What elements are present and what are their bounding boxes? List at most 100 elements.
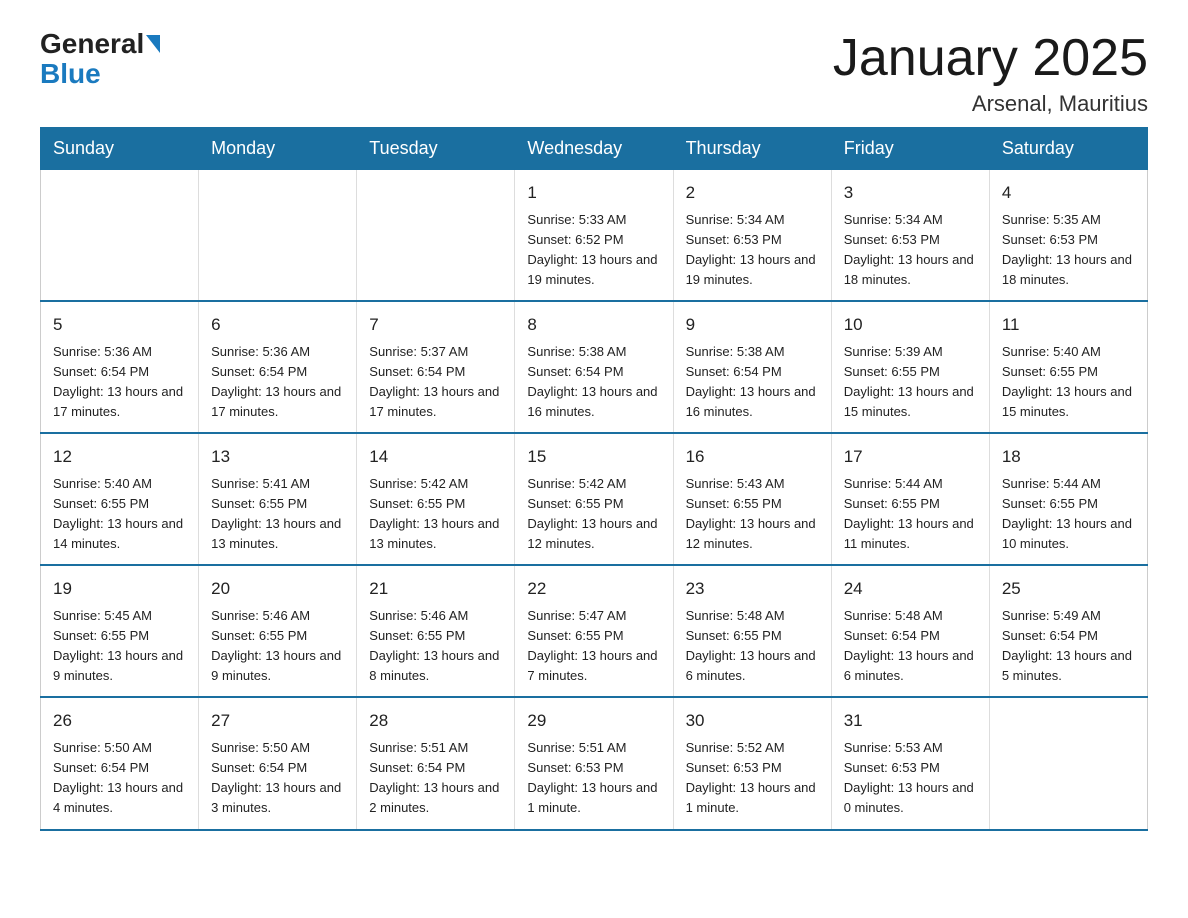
- calendar-cell: [41, 170, 199, 302]
- day-info: Sunrise: 5:51 AMSunset: 6:53 PMDaylight:…: [527, 738, 660, 819]
- calendar: Sunday Monday Tuesday Wednesday Thursday…: [40, 127, 1148, 830]
- calendar-cell: 3Sunrise: 5:34 AMSunset: 6:53 PMDaylight…: [831, 170, 989, 302]
- calendar-cell: 19Sunrise: 5:45 AMSunset: 6:55 PMDayligh…: [41, 565, 199, 697]
- calendar-cell: 12 Sunrise: 5:40 AMSunset: 6:55 PMDayligh…: [41, 433, 199, 565]
- calendar-cell: [357, 170, 515, 302]
- header-sunday: Sunday: [41, 128, 199, 170]
- day-number: 30: [686, 708, 819, 734]
- calendar-cell: 26 Sunrise: 5:50 AMSunset: 6:54 PMDayligh…: [41, 697, 199, 829]
- calendar-cell: 17 Sunrise: 5:44 AMSunset: 6:55 PMDayligh…: [831, 433, 989, 565]
- header-thursday: Thursday: [673, 128, 831, 170]
- calendar-cell: [989, 697, 1147, 829]
- day-info: Sunrise: 5:40 AMSunset: 6:55 PMDaylight:…: [1002, 342, 1135, 423]
- calendar-cell: 30 Sunrise: 5:52 AMSunset: 6:53 PMDayligh…: [673, 697, 831, 829]
- calendar-cell: 9 Sunrise: 5:38 AMSunset: 6:54 PMDaylight…: [673, 301, 831, 433]
- day-info: Sunrise: 5:47 AMSunset: 6:55 PMDaylight:…: [527, 606, 660, 687]
- day-number: 26: [53, 708, 186, 734]
- day-info: Sunrise: 5:51 AMSunset: 6:54 PMDaylight:…: [369, 738, 502, 819]
- day-number: 2: [686, 180, 819, 206]
- calendar-cell: 29Sunrise: 5:51 AMSunset: 6:53 PMDayligh…: [515, 697, 673, 829]
- day-number: 1: [527, 180, 660, 206]
- day-number: 15: [527, 444, 660, 470]
- day-info: Sunrise: 5:50 AMSunset: 6:54 PMDaylight:…: [211, 738, 344, 819]
- day-number: 20: [211, 576, 344, 602]
- calendar-cell: 6 Sunrise: 5:36 AMSunset: 6:54 PMDaylight…: [199, 301, 357, 433]
- day-info: Sunrise: 5:48 AMSunset: 6:55 PMDaylight:…: [686, 606, 819, 687]
- day-number: 27: [211, 708, 344, 734]
- calendar-cell: 25 Sunrise: 5:49 AMSunset: 6:54 PMDayligh…: [989, 565, 1147, 697]
- calendar-cell: 8Sunrise: 5:38 AMSunset: 6:54 PMDaylight…: [515, 301, 673, 433]
- calendar-cell: 22 Sunrise: 5:47 AMSunset: 6:55 PMDayligh…: [515, 565, 673, 697]
- day-info: Sunrise: 5:44 AMSunset: 6:55 PMDaylight:…: [1002, 474, 1135, 555]
- calendar-cell: 31Sunrise: 5:53 AMSunset: 6:53 PMDayligh…: [831, 697, 989, 829]
- day-number: 31: [844, 708, 977, 734]
- day-number: 22: [527, 576, 660, 602]
- calendar-header: Sunday Monday Tuesday Wednesday Thursday…: [41, 128, 1148, 170]
- week-row-2: 5 Sunrise: 5:36 AMSunset: 6:54 PMDaylight…: [41, 301, 1148, 433]
- weekday-header-row: Sunday Monday Tuesday Wednesday Thursday…: [41, 128, 1148, 170]
- day-info: Sunrise: 5:50 AMSunset: 6:54 PMDaylight:…: [53, 738, 186, 819]
- day-number: 6: [211, 312, 344, 338]
- header-monday: Monday: [199, 128, 357, 170]
- header: General Blue January 2025 Arsenal, Mauri…: [40, 30, 1148, 117]
- day-info: Sunrise: 5:34 AMSunset: 6:53 PMDaylight:…: [686, 210, 819, 291]
- day-info: Sunrise: 5:48 AMSunset: 6:54 PMDaylight:…: [844, 606, 977, 687]
- header-saturday: Saturday: [989, 128, 1147, 170]
- day-info: Sunrise: 5:41 AMSunset: 6:55 PMDaylight:…: [211, 474, 344, 555]
- calendar-cell: 5 Sunrise: 5:36 AMSunset: 6:54 PMDaylight…: [41, 301, 199, 433]
- day-number: 4: [1002, 180, 1135, 206]
- week-row-5: 26 Sunrise: 5:50 AMSunset: 6:54 PMDayligh…: [41, 697, 1148, 829]
- calendar-cell: 15 Sunrise: 5:42 AMSunset: 6:55 PMDayligh…: [515, 433, 673, 565]
- day-info: Sunrise: 5:40 AMSunset: 6:55 PMDaylight:…: [53, 474, 186, 555]
- logo-arrow-icon: [146, 35, 160, 53]
- day-info: Sunrise: 5:33 AMSunset: 6:52 PMDaylight:…: [527, 210, 660, 291]
- logo-general-text: General: [40, 30, 144, 58]
- day-number: 5: [53, 312, 186, 338]
- header-tuesday: Tuesday: [357, 128, 515, 170]
- logo: General Blue: [40, 30, 160, 90]
- calendar-cell: 1 Sunrise: 5:33 AMSunset: 6:52 PMDaylight…: [515, 170, 673, 302]
- day-number: 18: [1002, 444, 1135, 470]
- day-number: 19: [53, 576, 186, 602]
- calendar-cell: 18 Sunrise: 5:44 AMSunset: 6:55 PMDayligh…: [989, 433, 1147, 565]
- day-number: 10: [844, 312, 977, 338]
- day-info: Sunrise: 5:42 AMSunset: 6:55 PMDaylight:…: [369, 474, 502, 555]
- logo-blue-text: Blue: [40, 58, 101, 90]
- day-number: 17: [844, 444, 977, 470]
- day-info: Sunrise: 5:52 AMSunset: 6:53 PMDaylight:…: [686, 738, 819, 819]
- day-number: 14: [369, 444, 502, 470]
- calendar-cell: 24 Sunrise: 5:48 AMSunset: 6:54 PMDayligh…: [831, 565, 989, 697]
- calendar-cell: 11 Sunrise: 5:40 AMSunset: 6:55 PMDayligh…: [989, 301, 1147, 433]
- header-wednesday: Wednesday: [515, 128, 673, 170]
- day-number: 28: [369, 708, 502, 734]
- day-number: 12: [53, 444, 186, 470]
- day-info: Sunrise: 5:36 AMSunset: 6:54 PMDaylight:…: [211, 342, 344, 423]
- location: Arsenal, Mauritius: [833, 91, 1148, 117]
- week-row-4: 19Sunrise: 5:45 AMSunset: 6:55 PMDayligh…: [41, 565, 1148, 697]
- day-number: 23: [686, 576, 819, 602]
- day-info: Sunrise: 5:36 AMSunset: 6:54 PMDaylight:…: [53, 342, 186, 423]
- day-number: 24: [844, 576, 977, 602]
- day-info: Sunrise: 5:38 AMSunset: 6:54 PMDaylight:…: [686, 342, 819, 423]
- day-number: 25: [1002, 576, 1135, 602]
- header-friday: Friday: [831, 128, 989, 170]
- week-row-3: 12 Sunrise: 5:40 AMSunset: 6:55 PMDayligh…: [41, 433, 1148, 565]
- calendar-cell: 23 Sunrise: 5:48 AMSunset: 6:55 PMDayligh…: [673, 565, 831, 697]
- day-info: Sunrise: 5:49 AMSunset: 6:54 PMDaylight:…: [1002, 606, 1135, 687]
- calendar-cell: 16 Sunrise: 5:43 AMSunset: 6:55 PMDayligh…: [673, 433, 831, 565]
- day-number: 11: [1002, 312, 1135, 338]
- calendar-cell: 2 Sunrise: 5:34 AMSunset: 6:53 PMDaylight…: [673, 170, 831, 302]
- day-number: 21: [369, 576, 502, 602]
- day-number: 9: [686, 312, 819, 338]
- title-block: January 2025 Arsenal, Mauritius: [833, 30, 1148, 117]
- day-info: Sunrise: 5:42 AMSunset: 6:55 PMDaylight:…: [527, 474, 660, 555]
- day-number: 3: [844, 180, 977, 206]
- day-info: Sunrise: 5:46 AMSunset: 6:55 PMDaylight:…: [211, 606, 344, 687]
- calendar-cell: 21Sunrise: 5:46 AMSunset: 6:55 PMDayligh…: [357, 565, 515, 697]
- calendar-cell: 27 Sunrise: 5:50 AMSunset: 6:54 PMDayligh…: [199, 697, 357, 829]
- day-info: Sunrise: 5:38 AMSunset: 6:54 PMDaylight:…: [527, 342, 660, 423]
- day-info: Sunrise: 5:44 AMSunset: 6:55 PMDaylight:…: [844, 474, 977, 555]
- day-number: 16: [686, 444, 819, 470]
- calendar-cell: 13Sunrise: 5:41 AMSunset: 6:55 PMDayligh…: [199, 433, 357, 565]
- day-info: Sunrise: 5:43 AMSunset: 6:55 PMDaylight:…: [686, 474, 819, 555]
